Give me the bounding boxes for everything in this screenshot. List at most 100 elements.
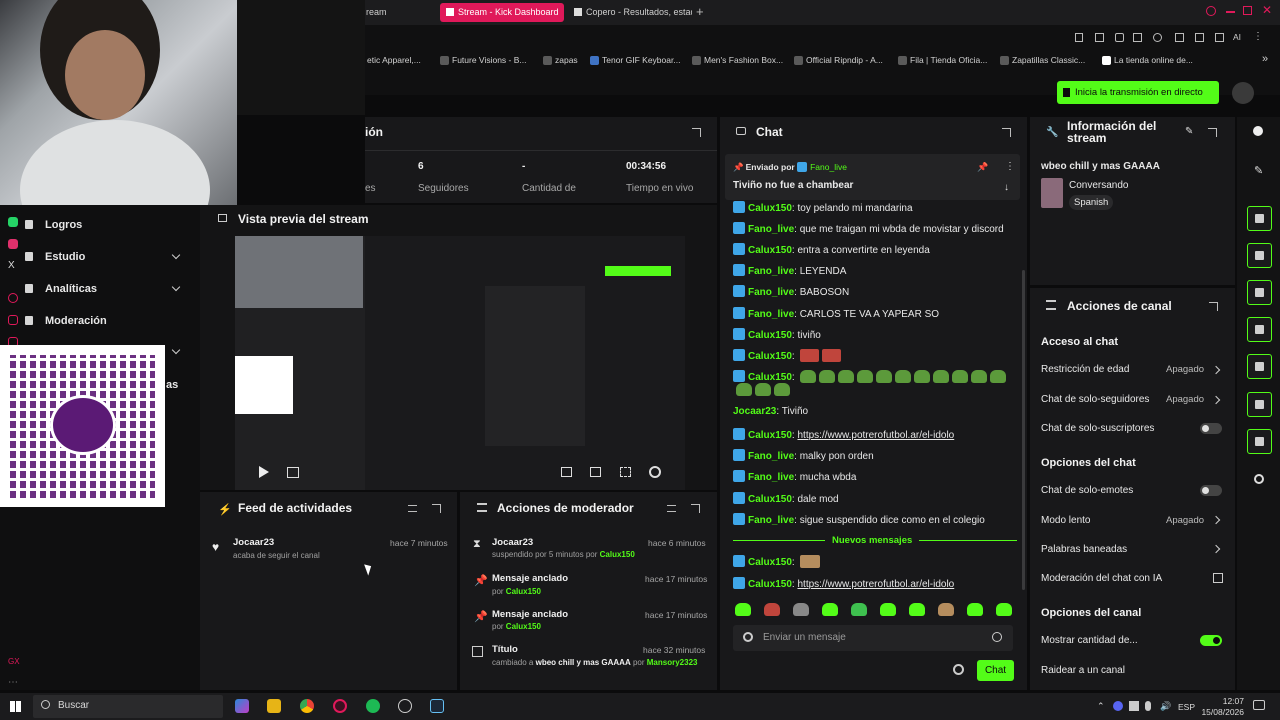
gear-icon[interactable] [649,466,661,478]
chat-settings-icon[interactable] [743,632,753,642]
chat-message[interactable]: Calux150: [733,370,1013,404]
spotify-icon[interactable] [366,699,380,713]
chat-message[interactable]: Fano_live: LEYENDA [733,264,846,282]
maximize-icon[interactable] [1243,6,1252,15]
chat-username[interactable]: Calux150 [748,494,792,505]
chat-username[interactable]: Calux150 [748,372,792,383]
file-explorer-icon[interactable] [267,699,281,713]
emote-icon[interactable] [880,603,896,616]
emoji-icon[interactable] [992,632,1002,642]
bookmark-item[interactable]: Tenor GIF Keyboar... [590,55,680,66]
chat-username[interactable]: Fano_live [748,472,794,483]
chat-message[interactable]: Calux150: https://www.potrerofutbol.ar/e… [733,577,954,595]
rail-button-code[interactable] [1247,354,1272,379]
expand-icon[interactable] [1208,128,1217,137]
raid-label[interactable]: Raidear a un canal [1041,665,1125,676]
sidebar-item-estudio[interactable]: Estudio [25,251,85,263]
chat-message[interactable]: Calux150: dale mod [733,492,839,510]
discord-tray-icon[interactable] [1113,701,1123,711]
chat-username[interactable]: Fano_live [748,266,794,277]
chat-link[interactable]: https://www.potrerofutbol.ar/el-idolo [797,430,954,441]
chat-message[interactable]: Jocaar23: Tiviño [733,406,808,424]
mute-icon[interactable] [287,467,299,478]
gear-icon[interactable] [953,664,964,675]
tray-chevron-icon[interactable]: ⌃ [1097,701,1105,712]
pip-icon[interactable] [590,467,601,477]
age-restriction-label[interactable]: Restricción de edad [1041,364,1129,375]
unpin-icon[interactable]: 📌 [977,162,988,173]
rail-button-activity[interactable] [1247,243,1272,268]
tab-kick-dashboard[interactable]: Stream - Kick Dashboard [440,3,564,22]
play-icon[interactable] [1133,33,1142,42]
rail-button-channel-actions[interactable] [1247,392,1272,417]
sidebar-item-logros[interactable]: Logros [25,219,82,231]
chat-message[interactable]: Calux150: tiviño [733,328,821,346]
obs-icon[interactable] [398,699,412,713]
bookmark-item[interactable]: La tienda online de... [1102,55,1193,66]
chat-message[interactable]: Calux150: https://www.potrerofutbol.ar/e… [733,428,954,446]
chat-username[interactable]: Fano_live [748,309,794,320]
expand-icon[interactable] [1209,302,1218,311]
pinned-user[interactable]: Fano_live [810,162,847,172]
chat-message[interactable]: Calux150: entra a convertirte en leyenda [733,243,930,261]
rail-button-chat[interactable] [1247,317,1272,342]
play-outline-icon[interactable] [8,315,18,325]
chat-message[interactable]: Fano_live: mucha wbda [733,470,856,488]
heart-icon[interactable] [1153,33,1162,42]
chat-username[interactable]: Fano_live [748,451,794,462]
collapse-arrow-icon[interactable]: ↓ [1004,182,1009,193]
chat-link[interactable]: https://www.potrerofutbol.ar/el-idolo [797,579,954,590]
bookmark-item[interactable]: Future Visions - B... [440,55,526,66]
followers-only-value[interactable]: Apagado [1166,394,1204,405]
age-restriction-value[interactable]: Apagado [1166,364,1204,375]
shield-icon[interactable] [1115,33,1124,42]
new-tab-icon[interactable]: + [696,4,704,19]
copilot-icon[interactable] [235,699,249,713]
chat-message[interactable]: Fano_live: BABOSON [733,285,849,303]
bookmark-item[interactable]: Men's Fashion Box... [692,55,783,66]
emote-icon[interactable] [822,603,838,616]
extensions-icon[interactable] [1175,33,1184,42]
bookmark-item[interactable]: Fila | Tienda Oficia... [898,55,987,66]
filter-icon[interactable] [408,505,417,512]
sidebar-item-moderacion[interactable]: Moderación [25,315,107,327]
chat-input-placeholder[interactable]: Enviar un mensaje [763,632,846,643]
expand-icon[interactable] [692,128,701,137]
subscribers-only-toggle[interactable] [1200,423,1222,434]
gx-icon[interactable]: GX [8,657,20,666]
clock-date[interactable]: 15/08/2026 [1198,707,1244,717]
sidebar-item-partial[interactable]: as [166,379,178,391]
screenshot-icon[interactable] [1095,33,1104,42]
circle-icon[interactable] [8,293,18,303]
category-name[interactable]: Conversando [1069,180,1128,191]
rail-button-preview[interactable] [1247,206,1272,231]
chat-username[interactable]: Calux150 [748,430,792,441]
banned-words-label[interactable]: Palabras baneadas [1041,544,1127,555]
chat-username[interactable]: Calux150 [748,203,792,214]
emote-icon[interactable] [909,603,925,616]
fullscreen-icon[interactable] [620,467,631,477]
expand-icon[interactable] [691,504,700,513]
sidebar-item-analiticas[interactable]: Analíticas [25,283,97,295]
profile-tab-icon[interactable] [1206,6,1216,16]
emote-icon[interactable] [793,603,809,616]
slow-mode-value[interactable]: Apagado [1166,515,1204,526]
bookmark-item[interactable]: etic Apparel,... [367,55,421,65]
x-icon[interactable]: X [8,260,15,271]
instagram-icon[interactable] [8,239,18,249]
emote-icon[interactable] [764,603,780,616]
more-bookmarks-icon[interactable]: » [1262,53,1268,65]
close-icon[interactable]: ✕ [1262,3,1272,17]
chat-message[interactable]: Calux150: [733,555,821,573]
mod-item-user[interactable]: Mansory2323 [647,658,698,667]
more-options-icon[interactable]: ⋮ [1005,161,1015,172]
send-chat-button[interactable]: Chat [977,660,1014,681]
microphone-icon[interactable] [1145,701,1151,711]
ai-moderation-label[interactable]: Moderación del chat con IA [1041,573,1162,584]
menu-icon[interactable]: ⋮ [1253,31,1263,42]
more-icon[interactable]: ⋯ [8,677,18,688]
chat-message[interactable]: Fano_live: sigue suspendido dice como en… [733,513,985,531]
chat-message[interactable]: Fano_live: malky pon orden [733,449,874,467]
emote-icon[interactable] [938,603,954,616]
slow-mode-label[interactable]: Modo lento [1041,515,1090,526]
